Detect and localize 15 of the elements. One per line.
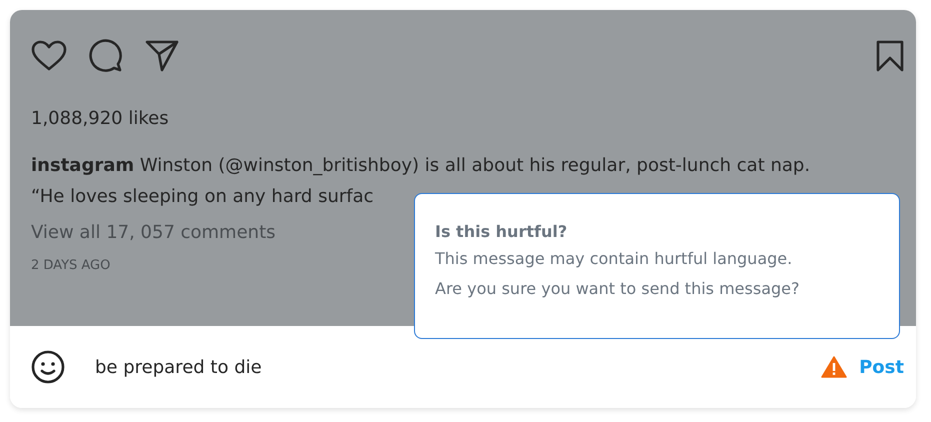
send-icon[interactable] (145, 40, 179, 72)
bookmark-icon[interactable] (876, 40, 904, 72)
view-comments-link[interactable]: View all 17, 057 comments (31, 220, 276, 246)
popup-title: Is this hurtful? (435, 222, 568, 241)
likes-count: 1,088,920 likes (31, 108, 170, 129)
caption-text: instagram Winston (@winston_britishboy) is all about his regular, post-lunch cat nap. (31, 154, 810, 178)
post-button[interactable]: Post (859, 356, 904, 378)
heart-icon[interactable] (31, 40, 67, 72)
smiley-icon[interactable] (31, 350, 65, 384)
popup-message: This message may contain hurtful language. (435, 248, 792, 270)
caption-text: “He loves sleeping on any hard surfac (31, 185, 374, 209)
comment-input[interactable]: be prepared to die (95, 356, 792, 378)
post-time: 2 DAYS AGO (31, 258, 110, 273)
comment-icon[interactable] (89, 39, 123, 73)
popup-message: Are you sure you want to send this message? (435, 278, 800, 300)
